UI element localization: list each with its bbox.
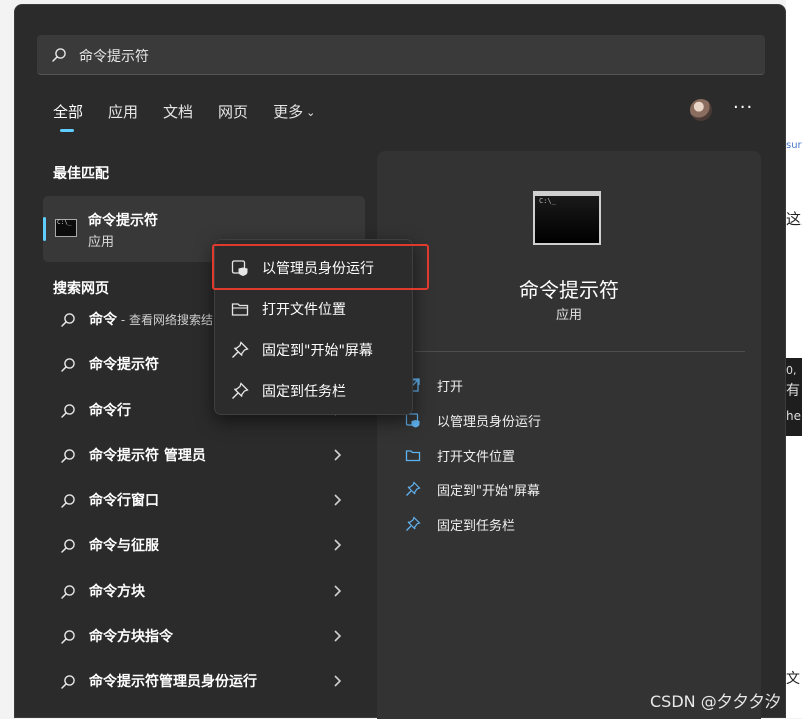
chevron-right-icon[interactable] (332, 537, 344, 556)
chevron-down-icon: ⌄ (306, 106, 316, 119)
tab-web[interactable]: 网页 (218, 101, 248, 122)
search-icon (60, 629, 76, 649)
search-icon (60, 312, 76, 332)
list-item-label: 命令提示符 (89, 357, 159, 374)
pin-icon (231, 382, 249, 404)
action-label: 以管理员身份运行 (437, 414, 542, 430)
context-menu: 以管理员身份运行 打开文件位置 固定到"开始"屏幕 固定到任务栏 (214, 239, 413, 415)
list-item-label: 命令提示符 管理员 (89, 447, 206, 464)
list-item-text: 命令 (89, 312, 117, 328)
best-match-type: 应用 (88, 235, 115, 250)
more-options-button[interactable]: ··· (733, 97, 753, 118)
search-icon (60, 357, 76, 377)
selection-indicator (43, 217, 46, 241)
menu-item-run-as-admin[interactable]: 以管理员身份运行 (215, 247, 412, 288)
search-icon (60, 493, 76, 513)
search-icon (60, 674, 76, 694)
menu-item-pin-to-taskbar[interactable]: 固定到任务栏 (215, 370, 412, 411)
background-text: he (786, 409, 801, 423)
list-item-label: 命令 - 查看网络搜索结 (89, 309, 213, 329)
action-label: 打开文件位置 (437, 449, 516, 465)
chevron-right-icon[interactable] (332, 492, 344, 511)
detail-title: 命令提示符 (519, 278, 619, 302)
best-match-title: 命令提示符 (88, 213, 158, 229)
chevron-right-icon[interactable] (332, 673, 344, 692)
tab-all[interactable]: 全部 (53, 101, 83, 132)
pin-icon (405, 516, 421, 536)
menu-item-pin-to-start[interactable]: 固定到"开始"屏幕 (215, 329, 412, 370)
list-item-label: 命令与征服 (89, 538, 159, 555)
tab-documents[interactable]: 文档 (163, 101, 193, 122)
list-item[interactable]: 命令提示符 管理员 (43, 433, 365, 478)
background-text: 0, (786, 364, 797, 377)
list-item-label: 命令方块指令 (89, 629, 173, 646)
pin-icon (405, 481, 421, 501)
action-label: 打开 (437, 380, 464, 395)
divider (415, 351, 745, 352)
search-icon (51, 47, 67, 67)
filter-tabs: 全部 应用 文档 网页 更多 ⌄ (53, 101, 340, 132)
list-item[interactable]: 命令行窗口 (43, 478, 365, 523)
tab-apps[interactable]: 应用 (108, 101, 138, 122)
search-input[interactable]: 命令提示符 (79, 46, 149, 66)
detail-type: 应用 (555, 308, 582, 323)
list-item-label: 命令提示符管理员身份运行 (89, 674, 257, 691)
search-icon (60, 538, 76, 558)
list-item-label: 命令行窗口 (89, 493, 159, 510)
detail-pane: 命令提示符 应用 打开 以管理员身份运行 打开文件位置 固定到"开始"屏幕 (377, 151, 761, 719)
menu-item-open-file-location[interactable]: 打开文件位置 (215, 288, 412, 329)
list-item-label: 命令方块 (89, 583, 145, 600)
search-icon (60, 584, 76, 604)
pin-icon (231, 341, 249, 363)
menu-item-label: 固定到"开始"屏幕 (262, 343, 373, 359)
command-prompt-icon (55, 219, 77, 237)
folder-icon (405, 447, 421, 467)
watermark: CSDN @夕夕夕汐 (650, 692, 781, 711)
tab-more[interactable]: 更多 ⌄ (273, 101, 315, 122)
menu-item-label: 固定到任务栏 (262, 384, 346, 400)
menu-item-label: 以管理员身份运行 (262, 261, 374, 277)
background-text: sur (786, 140, 802, 151)
action-label: 固定到"开始"屏幕 (437, 484, 540, 500)
action-label: 固定到任务栏 (437, 519, 516, 535)
list-item-label: 命令行 (89, 402, 131, 419)
list-item[interactable]: 命令方块 (43, 569, 365, 614)
shield-icon (231, 259, 249, 281)
search-icon (60, 403, 76, 423)
background-text: 这里 (786, 210, 802, 228)
menu-item-label: 打开文件位置 (262, 302, 346, 318)
list-item[interactable]: 命令与征服 (43, 523, 365, 568)
list-item[interactable]: 命令提示符管理员身份运行 (43, 659, 365, 704)
background-text: 有 (786, 383, 800, 399)
chevron-right-icon[interactable] (332, 628, 344, 647)
list-item[interactable]: 命令方块指令 (43, 614, 365, 659)
command-prompt-large-icon (533, 191, 601, 245)
tab-more-label: 更多 (273, 103, 304, 121)
chevron-right-icon[interactable] (332, 583, 344, 602)
search-box[interactable]: 命令提示符 (37, 35, 765, 75)
search-icon (60, 448, 76, 468)
background-text: 文 (786, 671, 800, 687)
chevron-right-icon[interactable] (332, 447, 344, 466)
web-search-heading: 搜索网页 (53, 281, 109, 297)
best-match-heading: 最佳匹配 (53, 166, 109, 182)
folder-icon (231, 300, 249, 322)
avatar[interactable] (690, 99, 712, 121)
list-item-subtext: - 查看网络搜索结 (117, 313, 213, 327)
